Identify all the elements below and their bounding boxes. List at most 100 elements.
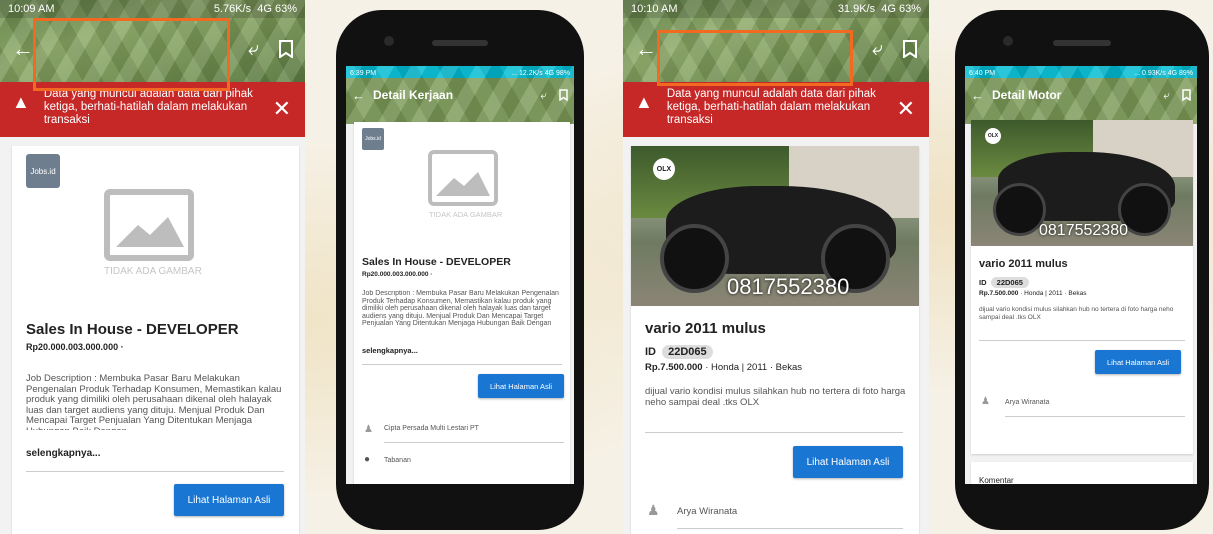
image-placeholder-icon [104, 189, 194, 261]
back-arrow-icon[interactable]: ← [635, 36, 657, 62]
screen-1-job-detail: 10:09 AM 5.76K/s 4G 63% ← ⤶ ▲ Data yang … [0, 0, 305, 534]
status-battery: 4G 89% [1167, 69, 1193, 77]
status-time: 6:40 PM [969, 69, 996, 77]
comments-card: Komentar [971, 462, 1193, 484]
listing-description: dijual vario kondisi mulus silahkan hub … [645, 386, 906, 408]
job-description: Job Description : Membuka Pasar Baru Mel… [26, 374, 282, 430]
person-icon: ♟ [647, 502, 660, 518]
page-title: Detail Motor [992, 88, 1062, 102]
company-logo: Jobs.id [362, 128, 384, 150]
phone-speaker [1053, 40, 1111, 46]
screen-4-motor-detail: 6:40 PM ... 0.93K/s 4G 89% ← Detail Moto… [965, 66, 1197, 484]
share-icon[interactable]: ⤶ [248, 38, 259, 61]
olx-logo: OLX [653, 158, 675, 180]
status-time: 10:10 AM [631, 3, 678, 15]
read-more-link[interactable]: selengkapnya... [362, 346, 418, 355]
divider [26, 471, 284, 472]
person-icon: ♟ [364, 424, 373, 435]
share-icon[interactable]: ⤶ [872, 38, 883, 61]
view-original-button[interactable]: Lihat Halaman Asli [174, 484, 284, 516]
location-name: Tabanan [384, 457, 411, 464]
share-icon[interactable]: ⤶ [1163, 88, 1170, 103]
job-salary: Rp20.000.003.000.000 · [26, 342, 124, 352]
screen-3-motor-detail: 10:10 AM 31.9K/s 4G 63% ← ⤶ ▲ Data yang … [623, 0, 929, 534]
highlight-box [657, 30, 853, 86]
status-speed: ... 0.93K/s [1134, 69, 1166, 77]
id-badge: 22D065 [990, 277, 1029, 288]
job-salary: Rp20.000.003.000.000 · [362, 271, 433, 278]
warning-icon: ▲ [12, 92, 30, 112]
motor-card: OLX 0817552380 vario 2011 mulus ID 22D06… [971, 120, 1193, 454]
view-original-button[interactable]: Lihat Halaman Asli [478, 374, 564, 398]
divider [677, 528, 903, 529]
warning-text: Data yang muncul adalah data dari pihak … [43, 88, 253, 126]
phone-camera [384, 36, 394, 46]
warning-text: Data yang muncul adalah data dari pihak … [666, 88, 876, 126]
close-icon[interactable]: ✕ [897, 96, 915, 122]
job-card: Jobs.id TIDAK ADA GAMBAR Sales In House … [12, 146, 299, 534]
photo-phone-number: 0817552380 [727, 274, 850, 299]
status-battery: 4G 63% [881, 3, 921, 15]
motor-photo: OLX 0817552380 [631, 146, 919, 306]
divider [979, 340, 1185, 341]
listing-id: ID 22D065 [979, 277, 1029, 288]
app-bar: 6:39 PM ... 12.2K/s 4G 98% ← Detail Kerj… [346, 66, 574, 124]
warning-banner: ▲ Data yang muncul adalah data dari piha… [623, 82, 929, 137]
back-arrow-icon[interactable]: ← [352, 88, 365, 103]
back-arrow-icon[interactable]: ← [12, 36, 34, 62]
close-icon[interactable]: ✕ [273, 96, 291, 122]
bookmark-icon[interactable] [903, 38, 917, 61]
listing-description: dijual vario kondisi mulus silahkan hub … [979, 306, 1174, 321]
status-battery: 4G 98% [544, 69, 570, 77]
phone-speaker [432, 40, 488, 46]
share-icon[interactable]: ⤶ [540, 88, 547, 103]
company-name: Cipta Persada Multi Lestari PT [384, 425, 479, 432]
bookmark-icon[interactable] [1182, 88, 1191, 103]
divider [362, 364, 562, 365]
status-speed: 31.9K/s [837, 3, 876, 15]
view-original-button[interactable]: Lihat Halaman Asli [793, 446, 903, 478]
seller-name: Arya Wiranata [1005, 399, 1050, 406]
image-placeholder-icon [428, 150, 498, 206]
app-bar: 6:40 PM ... 0.93K/s 4G 89% ← Detail Moto… [965, 66, 1197, 124]
olx-logo: OLX [985, 128, 1001, 144]
page-title: Detail Kerjaan [373, 88, 454, 102]
bookmark-icon[interactable] [559, 88, 568, 103]
status-time: 6:39 PM [350, 69, 377, 77]
no-image-label: TIDAK ADA GAMBAR [104, 266, 202, 277]
location-pin-icon: ● [364, 454, 371, 465]
photo-phone-number: 0817552380 [1039, 222, 1128, 239]
phone-camera [1003, 36, 1013, 46]
divider [1005, 416, 1185, 417]
view-original-button[interactable]: Lihat Halaman Asli [1095, 350, 1181, 374]
person-icon: ♟ [981, 396, 990, 407]
seller-name: Arya Wiranata [677, 506, 738, 517]
warning-icon: ▲ [635, 92, 653, 112]
status-time: 10:09 AM [8, 3, 55, 15]
listing-id: ID 22D065 [645, 345, 713, 359]
no-image-label: TIDAK ADA GAMBAR [429, 210, 503, 219]
phone-frame-2: 6:39 PM ... 12.2K/s 4G 98% ← Detail Kerj… [336, 10, 584, 530]
comments-heading: Komentar [979, 476, 1014, 484]
id-badge: 22D065 [662, 345, 713, 359]
motor-card: OLX 0817552380 vario 2011 mulus ID 22D06… [631, 146, 919, 534]
job-title: Sales In House - DEVELOPER [26, 321, 239, 338]
highlight-box [33, 18, 230, 91]
screen-2-job-detail: 6:39 PM ... 12.2K/s 4G 98% ← Detail Kerj… [346, 66, 574, 484]
listing-price-meta: Rp.7.500.000 · Honda | 2011 · Bekas [979, 290, 1087, 297]
status-battery: 4G 63% [257, 3, 297, 15]
job-card: Jobs.id TIDAK ADA GAMBAR Sales In House … [354, 122, 570, 484]
divider [384, 442, 564, 443]
read-more-link[interactable]: selengkapnya... [26, 448, 100, 459]
bookmark-icon[interactable] [279, 38, 293, 61]
company-logo: Jobs.id [26, 154, 60, 188]
motor-photo: OLX 0817552380 [971, 120, 1193, 246]
phone-frame-4: 6:40 PM ... 0.93K/s 4G 89% ← Detail Moto… [955, 10, 1209, 530]
back-arrow-icon[interactable]: ← [971, 88, 984, 103]
status-speed: 5.76K/s [213, 3, 252, 15]
divider [645, 432, 903, 433]
status-speed: ... 12.2K/s [511, 69, 543, 77]
job-description: Job Description : Membuka Pasar Baru Mel… [362, 290, 559, 328]
listing-title: vario 2011 mulus [645, 320, 766, 337]
listing-title: vario 2011 mulus [979, 258, 1068, 270]
